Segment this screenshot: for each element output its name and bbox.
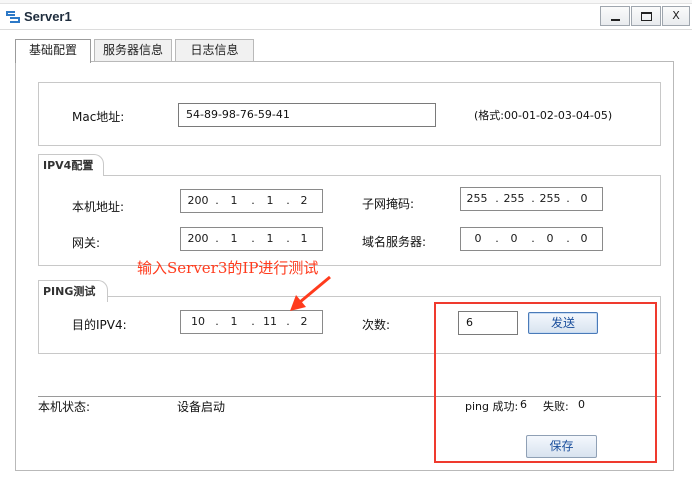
- host-ip-label: 本机地址:: [72, 200, 125, 214]
- tab-basic-config[interactable]: 基础配置: [15, 39, 91, 63]
- ping-target-label: 目的IPV4:: [72, 318, 127, 332]
- window-title: Server1: [24, 9, 72, 24]
- ip-octet: 2: [300, 315, 308, 328]
- ip-octet: 255: [503, 192, 525, 205]
- ip-octet: 0: [580, 192, 588, 205]
- ipv4-section-title: IPV4配置: [38, 154, 104, 176]
- ip-octet: 0: [474, 232, 482, 245]
- ip-octet: 255: [466, 192, 488, 205]
- dns-server-input[interactable]: 0 . 0 . 0 . 0: [460, 227, 603, 251]
- ip-octet: 0: [510, 232, 518, 245]
- mac-address-input[interactable]: 54-89-98-76-59-41: [178, 103, 436, 127]
- gateway-label: 网关:: [72, 236, 101, 250]
- ip-octet: 255: [539, 192, 561, 205]
- minimize-icon: [611, 19, 620, 21]
- ip-octet: 1: [266, 232, 274, 245]
- close-icon: X: [672, 9, 680, 22]
- gateway-input[interactable]: 200 . 1 . 1 . 1: [180, 227, 323, 251]
- ping-section-title: PING测试: [38, 280, 108, 302]
- ip-octet: 10: [191, 315, 205, 328]
- maximize-button[interactable]: [631, 6, 661, 26]
- device-status-value: 设备启动: [177, 400, 226, 414]
- host-ip-input[interactable]: 200 . 1 . 1 . 2: [180, 189, 323, 213]
- mac-format-hint: (格式:00-01-02-03-04-05): [474, 109, 613, 122]
- ip-octet: 200: [187, 232, 209, 245]
- ip-octet: 1: [230, 315, 238, 328]
- ip-octet: 1: [300, 232, 308, 245]
- maximize-icon: [641, 12, 652, 21]
- tab-server-info[interactable]: 服务器信息: [94, 39, 172, 62]
- ip-octet: 11: [263, 315, 277, 328]
- annotation-text: 输入Server3的IP进行测试: [137, 259, 319, 277]
- subnet-mask-input[interactable]: 255 . 255 . 255 . 0: [460, 187, 603, 211]
- ip-octet: 1: [266, 194, 274, 207]
- title-bar: Server1 X: [0, 4, 692, 30]
- tab-log-info[interactable]: 日志信息: [175, 39, 254, 62]
- device-status-label: 本机状态:: [38, 400, 91, 414]
- ping-target-input[interactable]: 10 . 1 . 11 . 2: [180, 310, 323, 334]
- ping-count-label: 次数:: [362, 318, 391, 332]
- ip-octet: 0: [580, 232, 588, 245]
- mac-label: Mac地址:: [72, 110, 125, 124]
- subnet-label: 子网掩码:: [362, 197, 415, 211]
- highlight-box: [434, 302, 657, 463]
- ip-octet: 1: [230, 232, 238, 245]
- server-app-icon: [5, 10, 21, 24]
- ip-octet: 0: [546, 232, 554, 245]
- minimize-button[interactable]: [600, 6, 630, 26]
- ip-octet: 1: [230, 194, 238, 207]
- ip-octet: 200: [187, 194, 209, 207]
- close-button[interactable]: X: [662, 6, 690, 26]
- ip-octet: 2: [300, 194, 308, 207]
- dns-label: 域名服务器:: [362, 235, 427, 249]
